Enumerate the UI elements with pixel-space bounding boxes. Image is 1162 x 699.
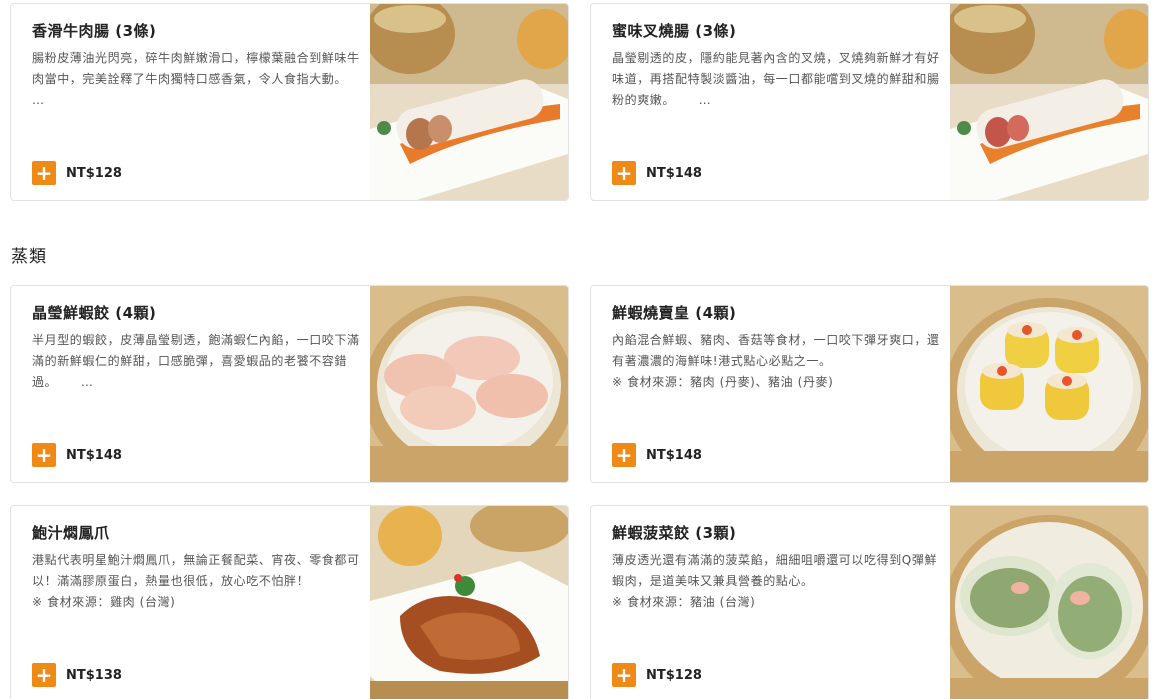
item-photo [370,286,568,482]
menu-card-shrimp-dumpling[interactable]: 晶瑩鮮蝦餃 (4顆) 半月型的蝦餃，皮薄晶瑩剔透，飽滿蝦仁內餡，一口咬下滿滿的新… [10,285,569,483]
menu-card-shrimp-siu-mai[interactable]: 鮮蝦燒賣皇 (4顆) 內餡混合鮮蝦、豬肉、香菇等食材，一口咬下彈牙爽口，還有著濃… [590,285,1149,483]
item-price: NT$128 [66,165,122,181]
item-ingredient-source: ※ 食材來源：雞肉 (台灣) [32,595,176,609]
add-to-cart-button[interactable]: + [32,161,56,185]
plus-icon: + [615,161,633,185]
plus-icon: + [615,663,633,687]
item-description: 晶瑩剔透的皮，隱約能見著內含的叉燒，叉燒夠新鮮才有好味道，再搭配特製淡醬油，每一… [612,51,940,107]
menu-card-bbq-pork-rice-roll[interactable]: 蜜味叉燒腸 (3條) 晶瑩剔透的皮，隱約能見著內含的叉燒，叉燒夠新鮮才有好味道，… [590,3,1149,201]
item-description: 薄皮透光還有滿滿的菠菜餡，細細咀嚼還可以吃得到Q彈鮮蝦肉，是道美味又兼具營養的點… [612,550,940,613]
add-to-cart-button[interactable]: + [32,443,56,467]
item-photo [950,286,1148,482]
menu-card-chicken-feet[interactable]: 鮑汁燜鳳爪 港點代表明星鮑汁燜鳳爪，無論正餐配菜、宵夜、零食都可以！滿滿膠原蛋白… [10,505,569,699]
plus-icon: + [35,161,53,185]
item-title: 晶瑩鮮蝦餃 (4顆) [32,304,157,322]
item-photo [370,506,568,699]
item-photo [370,4,568,200]
item-price: NT$148 [646,447,702,463]
item-ingredient-source: ※ 食材來源：豬油 (台灣) [612,595,756,609]
item-description: 內餡混合鮮蝦、豬肉、香菇等食材，一口咬下彈牙爽口，還有著濃濃的海鮮味!港式點心必… [612,330,940,393]
menu-card-spinach-shrimp-dumpling[interactable]: 鮮蝦菠菜餃 (3顆) 薄皮透光還有滿滿的菠菜餡，細細咀嚼還可以吃得到Q彈鮮蝦肉，… [590,505,1149,699]
add-to-cart-button[interactable]: + [612,663,636,687]
item-title: 鮑汁燜鳳爪 [32,524,110,542]
plus-icon: + [35,663,53,687]
add-to-cart-button[interactable]: + [612,443,636,467]
item-photo [950,506,1148,699]
item-price: NT$128 [646,667,702,683]
item-price: NT$148 [66,447,122,463]
item-description: 港點代表明星鮑汁燜鳳爪，無論正餐配菜、宵夜、零食都可以！滿滿膠原蛋白，熱量也很低… [32,550,360,613]
add-to-cart-button[interactable]: + [612,161,636,185]
item-photo [950,4,1148,200]
item-price: NT$138 [66,667,122,683]
menu-card-beef-rice-roll[interactable]: 香滑牛肉腸 (3條) 腸粉皮薄油光閃亮，碎牛肉鮮嫩滑口，檸檬葉融合到鮮味牛肉當中… [10,3,569,201]
item-price: NT$148 [646,165,702,181]
section-title-steamed: 蒸類 [11,247,47,267]
plus-icon: + [35,443,53,467]
item-ingredient-source: ※ 食材來源：豬肉 (丹麥)、豬油 (丹麥) [612,375,834,389]
plus-icon: + [615,443,633,467]
add-to-cart-button[interactable]: + [32,663,56,687]
item-title: 鮮蝦燒賣皇 (4顆) [612,304,737,322]
item-title: 蜜味叉燒腸 (3條) [612,22,737,40]
item-description: 腸粉皮薄油光閃亮，碎牛肉鮮嫩滑口，檸檬葉融合到鮮味牛肉當中，完美詮釋了牛肉獨特口… [32,51,360,107]
item-title: 鮮蝦菠菜餃 (3顆) [612,524,737,542]
item-title: 香滑牛肉腸 (3條) [32,22,157,40]
item-description-text: 內餡混合鮮蝦、豬肉、香菇等食材，一口咬下彈牙爽口，還有著濃濃的海鮮味!港式點心必… [612,333,940,368]
item-description: 半月型的蝦餃，皮薄晶瑩剔透，飽滿蝦仁內餡，一口咬下滿滿的新鮮蝦仁的鮮甜，口感脆彈… [32,333,360,389]
item-description-text: 薄皮透光還有滿滿的菠菜餡，細細咀嚼還可以吃得到Q彈鮮蝦肉，是道美味又兼具營養的點… [612,553,938,588]
item-description-text: 港點代表明星鮑汁燜鳳爪，無論正餐配菜、宵夜、零食都可以！滿滿膠原蛋白，熱量也很低… [32,553,360,588]
